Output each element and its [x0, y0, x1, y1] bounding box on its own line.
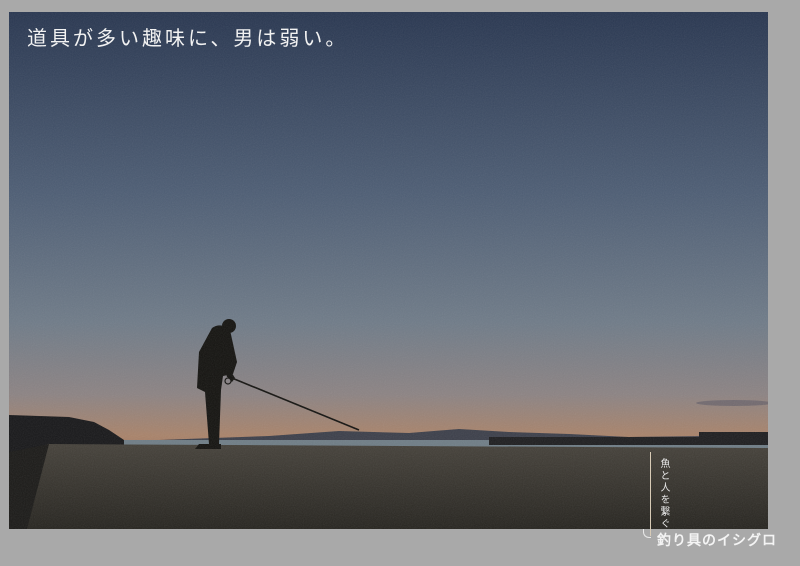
headline: 道具が多い趣味に、男は弱い。: [27, 26, 349, 50]
brand-accent-line: [650, 452, 651, 536]
fishing-photo: [9, 12, 768, 529]
sunset-scene: [9, 12, 768, 529]
poster: 道具が多い趣味に、男は弱い。 魚と人を繋ぐ 釣り具のイシグロ: [0, 0, 800, 566]
hook-icon: [643, 529, 651, 538]
store-name: 釣り具のイシグロ: [657, 533, 777, 549]
tagline: 魚と人を繋ぐ: [658, 458, 669, 530]
